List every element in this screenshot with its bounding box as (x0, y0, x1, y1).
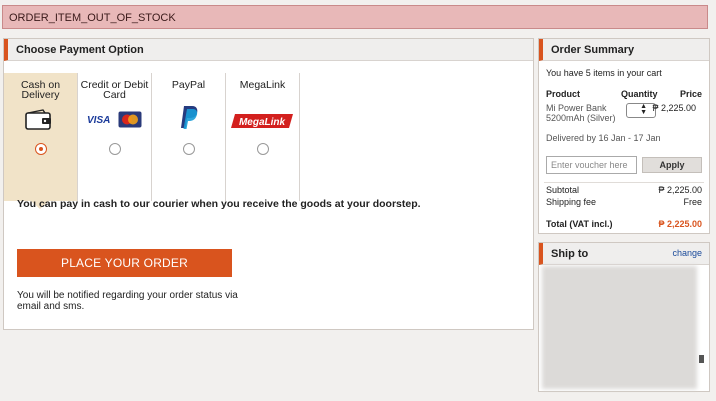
method-label: MegaLink (239, 79, 286, 91)
paypal-radio[interactable] (183, 143, 195, 155)
error-message: ORDER_ITEM_OUT_OF_STOCK (9, 12, 176, 24)
subtotal-label: Subtotal (546, 185, 580, 195)
megalink-icon: MegaLink (231, 114, 293, 128)
col-price: Price (679, 89, 702, 99)
megalink-radio[interactable] (257, 143, 269, 155)
svg-text:MegaLink: MegaLink (239, 117, 286, 128)
apply-voucher-button[interactable]: Apply (642, 157, 702, 173)
wallet-icon (25, 109, 51, 130)
mastercard-icon (118, 111, 142, 128)
notification-note: You will be notified regarding your orde… (17, 290, 238, 312)
payment-options-panel: Choose Payment Option Cash on Delivery C… (3, 38, 534, 330)
divider (544, 182, 704, 183)
delivery-estimate: Delivered by 16 Jan - 17 Jan (546, 133, 661, 143)
col-product: Product (546, 89, 581, 99)
subtotal-value: ₱ 2,225.00 (658, 185, 702, 195)
payment-method-paypal[interactable]: PayPal (152, 73, 226, 201)
payment-method-megalink[interactable]: MegaLink MegaLink (226, 73, 300, 201)
method-label: Credit or Debit Card (80, 79, 149, 101)
address-blurred (542, 266, 697, 389)
item-price: ₱ 2,225.00 (652, 103, 696, 113)
ship-to-label: Ship to (551, 248, 589, 260)
shipping-row: Shipping fee Free (546, 197, 702, 207)
payment-method-card[interactable]: Credit or Debit Card VISA (78, 73, 152, 201)
order-summary-title: Order Summary (539, 39, 709, 61)
order-summary-panel: Order Summary You have 5 items in your c… (538, 38, 710, 234)
method-label: PayPal (171, 79, 206, 91)
total-value: ₱ 2,225.00 (658, 219, 702, 229)
payment-panel-title: Choose Payment Option (4, 39, 533, 61)
subtotal-row: Subtotal ₱ 2,225.00 (546, 185, 702, 195)
method-label: Cash on Delivery (20, 79, 61, 101)
paypal-icon (181, 106, 198, 129)
voucher-input[interactable]: Enter voucher here (546, 156, 637, 174)
ship-to-panel: Ship to change (538, 242, 710, 392)
cart-count: You have 5 items in your cart (546, 68, 662, 78)
ship-to-title: Ship to change (539, 243, 709, 265)
total-label: Total (VAT incl.) (546, 219, 613, 229)
total-row: Total (VAT incl.) ₱ 2,225.00 (546, 219, 702, 229)
shipping-label: Shipping fee (546, 197, 597, 207)
error-banner: ORDER_ITEM_OUT_OF_STOCK (2, 5, 708, 29)
payment-methods: Cash on Delivery Credit or Debit Card VI… (4, 73, 300, 209)
stepper-arrows-icon: ▲ ▼ (640, 103, 647, 116)
item-name: Mi Power Bank 5200mAh (Silver) (546, 103, 616, 123)
shipping-value: Free (683, 197, 702, 207)
payment-method-cod[interactable]: Cash on Delivery (4, 73, 78, 209)
scrollbar[interactable] (699, 355, 704, 363)
visa-icon: VISA (87, 115, 111, 126)
card-radio[interactable] (109, 143, 121, 155)
col-quantity: Quantity (621, 89, 658, 99)
cod-radio[interactable] (35, 143, 47, 155)
payment-info-text: You can pay in cash to our courier when … (17, 198, 421, 210)
change-address-link[interactable]: change (672, 248, 702, 258)
place-order-button[interactable]: PLACE YOUR ORDER (17, 249, 232, 277)
